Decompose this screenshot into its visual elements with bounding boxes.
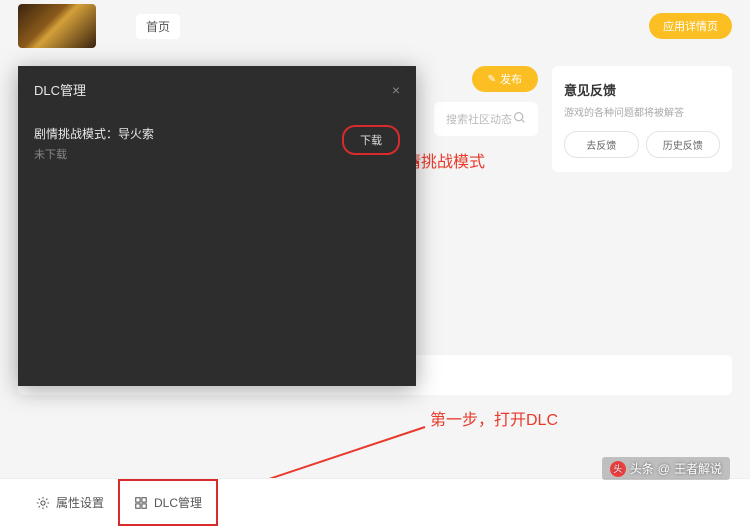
tab-dlc-manager[interactable]: DLC管理 [118, 479, 218, 526]
modal-title: DLC管理 [34, 80, 86, 99]
toutiao-icon: 头 [610, 461, 626, 477]
feedback-panel: 意见反馈 游戏的各种问题都将被解答 去反馈 历史反馈 [552, 66, 732, 172]
bottom-tabs: 属性设置 DLC管理 [0, 478, 750, 526]
close-icon[interactable]: × [392, 82, 400, 98]
tab-properties-label: 属性设置 [56, 494, 104, 511]
tab-properties[interactable]: 属性设置 [22, 479, 118, 526]
puzzle-icon [134, 496, 148, 510]
dlc-item-row: 剧情挑战模式：导火索 未下载 下载 [18, 109, 416, 178]
top-bar: 首页 应用详情页 [0, 0, 750, 52]
home-tab[interactable]: 首页 [136, 14, 180, 39]
search-placeholder: 搜索社区动态 [446, 111, 512, 127]
dlc-manager-modal: DLC管理 × 剧情挑战模式：导火索 未下载 下载 [18, 66, 416, 386]
publish-button[interactable]: 发布 [472, 66, 538, 92]
app-detail-button[interactable]: 应用详情页 [649, 13, 732, 39]
watermark-prefix: 头条 [630, 460, 654, 477]
feedback-title: 意见反馈 [564, 80, 720, 99]
history-feedback-button[interactable]: 历史反馈 [646, 131, 721, 158]
go-feedback-button[interactable]: 去反馈 [564, 131, 639, 158]
dlc-name: 剧情挑战模式：导火索 [34, 125, 342, 142]
gear-icon [36, 496, 50, 510]
watermark-at: @ [658, 462, 670, 476]
modal-header: DLC管理 × [18, 66, 416, 109]
main-area: DLC管理 × 剧情挑战模式：导火索 未下载 下载 发布 搜索社区动态 意见反馈… [0, 52, 750, 172]
search-input[interactable]: 搜索社区动态 [434, 102, 538, 136]
dlc-status: 未下载 [34, 146, 342, 162]
watermark: 头 头条 @ 王者解说 [602, 457, 730, 480]
annotation-text-2: 第一步，打开DLC [430, 406, 558, 430]
game-thumbnail[interactable] [18, 4, 96, 48]
feedback-subtitle: 游戏的各种问题都将被解答 [564, 104, 720, 119]
tab-dlc-label: DLC管理 [154, 494, 202, 511]
watermark-name: 王者解说 [674, 460, 722, 477]
download-button[interactable]: 下载 [342, 125, 400, 155]
search-icon [513, 111, 526, 127]
